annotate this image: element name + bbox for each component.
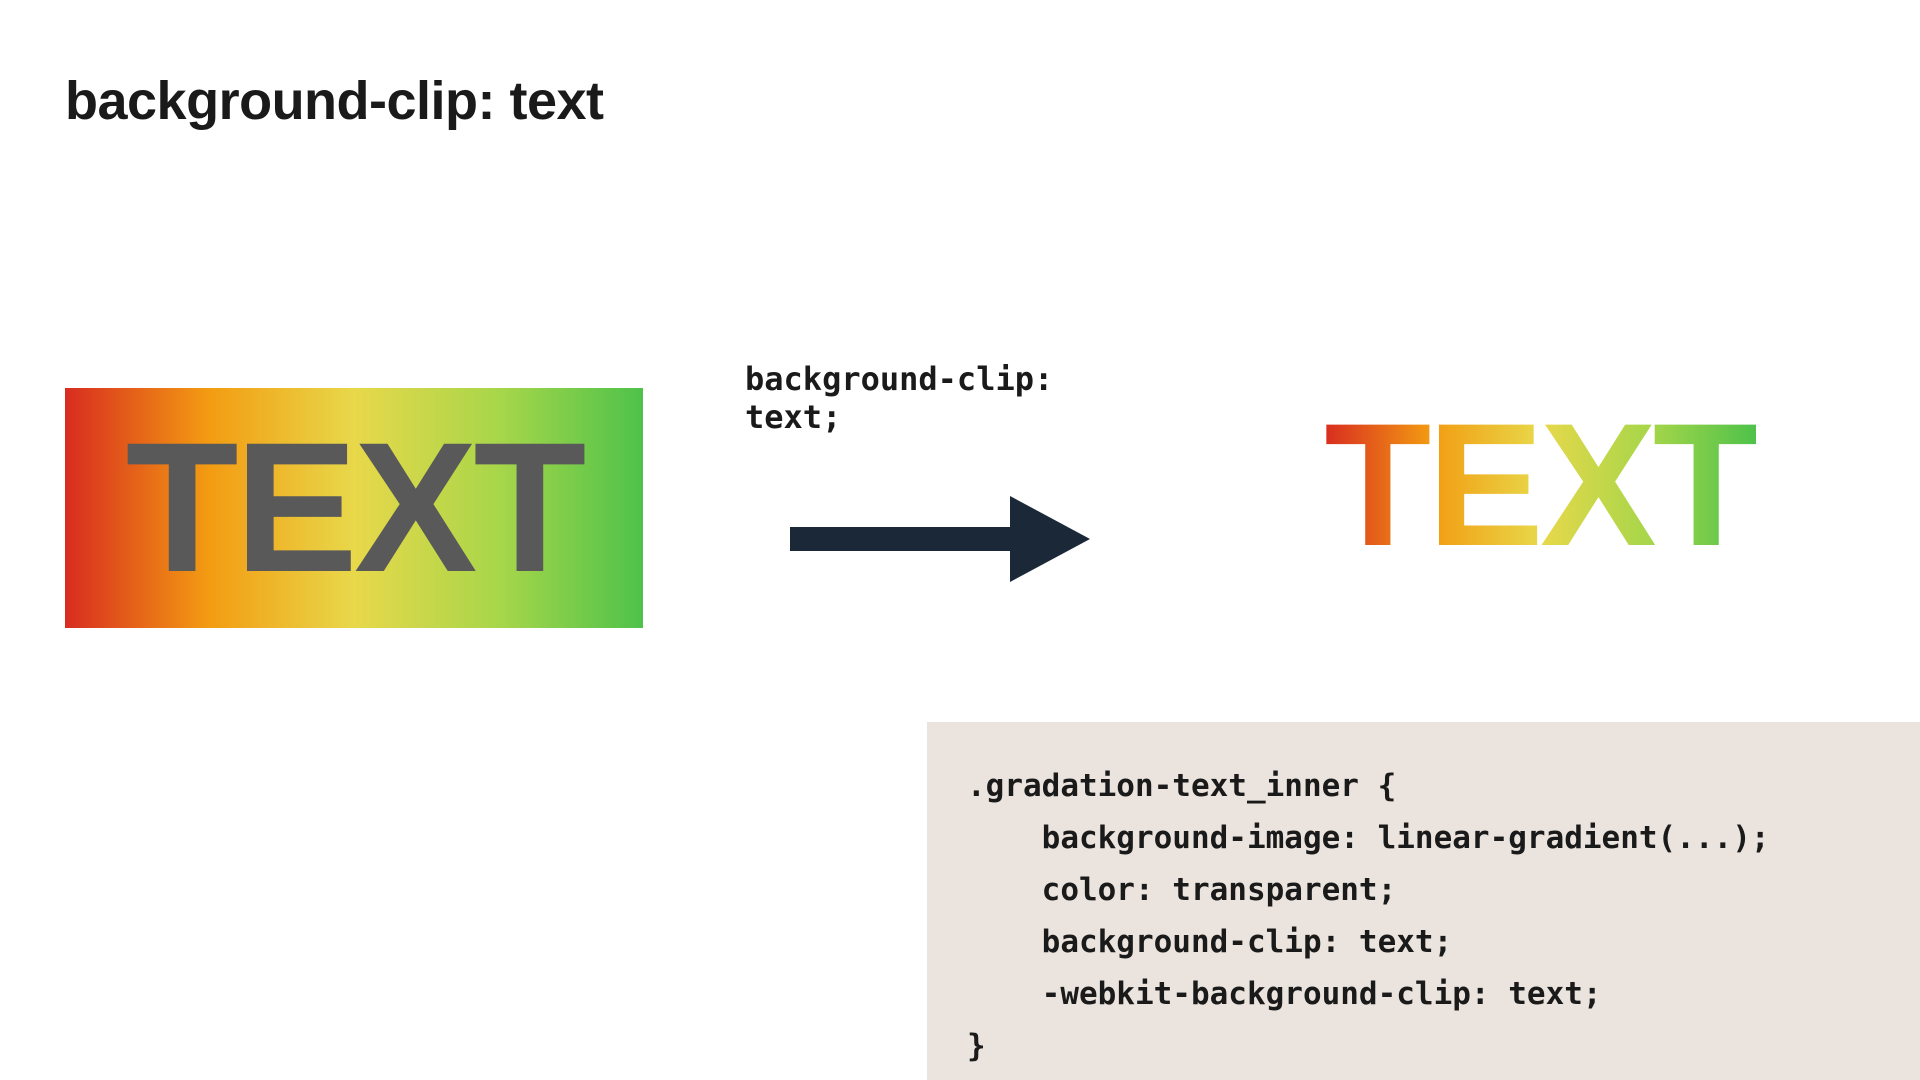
arrow-label: background-clip: text;	[745, 360, 1135, 436]
demo-before-text: TEXT	[126, 416, 583, 601]
code-snippet: .gradation-text_inner { background-image…	[927, 722, 1920, 1080]
demo-before-box: TEXT	[65, 388, 643, 628]
demo-after-box: TEXT	[1280, 400, 1800, 570]
slide-title: background-clip: text	[65, 70, 604, 132]
arrow-right-icon	[780, 484, 1100, 599]
arrow-section: background-clip: text;	[745, 360, 1135, 599]
demo-after-text: TEXT	[1324, 398, 1755, 573]
